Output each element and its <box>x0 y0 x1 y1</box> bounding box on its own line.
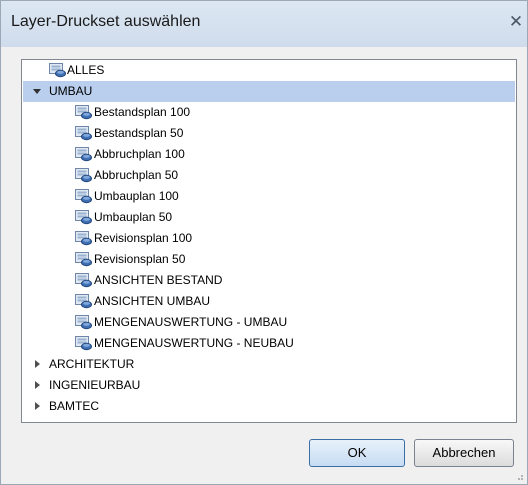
layer-set-icon <box>75 251 92 267</box>
tree-item-label: Umbauplan 50 <box>94 210 173 224</box>
layer-set-icon <box>75 314 92 330</box>
layer-set-icon <box>75 167 92 183</box>
collapsed-arrow-icon[interactable] <box>35 360 40 368</box>
tree-item-label: Abbruchplan 100 <box>94 147 185 161</box>
tree-item[interactable]: MENGENAUSWERTUNG - UMBAU <box>23 312 515 333</box>
tree-item-label: Umbauplan 100 <box>94 189 179 203</box>
tree-item-label: UMBAU <box>49 84 93 98</box>
collapsed-arrow-icon[interactable] <box>35 402 40 410</box>
tree-item[interactable]: Bestandsplan 100 <box>23 102 515 123</box>
tree-item[interactable]: Abbruchplan 100 <box>23 144 515 165</box>
expanded-arrow-icon[interactable] <box>33 89 41 94</box>
title-bar[interactable]: Layer-Druckset auswählen ✕ <box>1 1 527 47</box>
tree-item-label: Revisionsplan 50 <box>94 252 186 266</box>
layer-set-icon <box>75 230 92 246</box>
resize-grip-icon[interactable] <box>514 471 524 481</box>
tree-item-label: MENGENAUSWERTUNG - UMBAU <box>94 315 288 329</box>
close-icon[interactable]: ✕ <box>507 12 525 32</box>
tree-item-label: ANSICHTEN UMBAU <box>94 294 211 308</box>
layer-set-icon <box>75 125 92 141</box>
tree-item[interactable]: ANSICHTEN BESTAND <box>23 270 515 291</box>
tree-item[interactable]: Revisionsplan 50 <box>23 249 515 270</box>
layer-set-icon <box>75 272 92 288</box>
layer-set-icon <box>75 335 92 351</box>
tree-item-label: INGENIEURBAU <box>49 378 141 392</box>
tree-item[interactable]: Revisionsplan 100 <box>23 228 515 249</box>
dialog-window: Layer-Druckset auswählen ✕ ALLES UMBAU Bes… <box>0 0 528 485</box>
tree-item[interactable]: MENGENAUSWERTUNG - NEUBAU <box>23 333 515 354</box>
tree-item-label: MENGENAUSWERTUNG - NEUBAU <box>94 336 294 350</box>
layer-set-icon <box>75 104 92 120</box>
tree-item-label: BAMTEC <box>49 399 100 413</box>
tree-item-label: ANSICHTEN BESTAND <box>94 273 223 287</box>
tree-item-label: Abbruchplan 50 <box>94 168 179 182</box>
tree-item[interactable]: ALLES <box>23 60 515 81</box>
window-title: Layer-Druckset auswählen <box>11 13 201 30</box>
tree-item[interactable]: Umbauplan 50 <box>23 207 515 228</box>
tree-item-label: Bestandsplan 50 <box>94 126 184 140</box>
layer-set-icon <box>75 209 92 225</box>
layer-set-icon <box>49 62 66 78</box>
collapsed-arrow-icon[interactable] <box>35 381 40 389</box>
tree-group[interactable]: ARCHITEKTUR <box>23 354 515 375</box>
tree-item-label: Revisionsplan 100 <box>94 231 193 245</box>
tree-item[interactable]: ANSICHTEN UMBAU <box>23 291 515 312</box>
tree-group[interactable]: UMBAU <box>23 81 515 102</box>
tree-item-label: ARCHITEKTUR <box>49 357 135 371</box>
cancel-button[interactable]: Abbrechen <box>414 439 514 467</box>
tree-group[interactable]: BAMTEC <box>23 396 515 417</box>
ok-button[interactable]: OK <box>309 439 405 467</box>
tree-item[interactable]: Umbauplan 100 <box>23 186 515 207</box>
tree-item[interactable]: Abbruchplan 50 <box>23 165 515 186</box>
tree-item-label: Bestandsplan 100 <box>94 105 191 119</box>
layer-set-tree[interactable]: ALLES UMBAU Bestandsplan 100 Bestandsplan 5… <box>21 59 517 423</box>
layer-set-icon <box>75 146 92 162</box>
tree-item[interactable]: Bestandsplan 50 <box>23 123 515 144</box>
layer-set-icon <box>75 188 92 204</box>
tree-item-label: ALLES <box>67 63 105 77</box>
tree-group[interactable]: INGENIEURBAU <box>23 375 515 396</box>
layer-set-icon <box>75 293 92 309</box>
